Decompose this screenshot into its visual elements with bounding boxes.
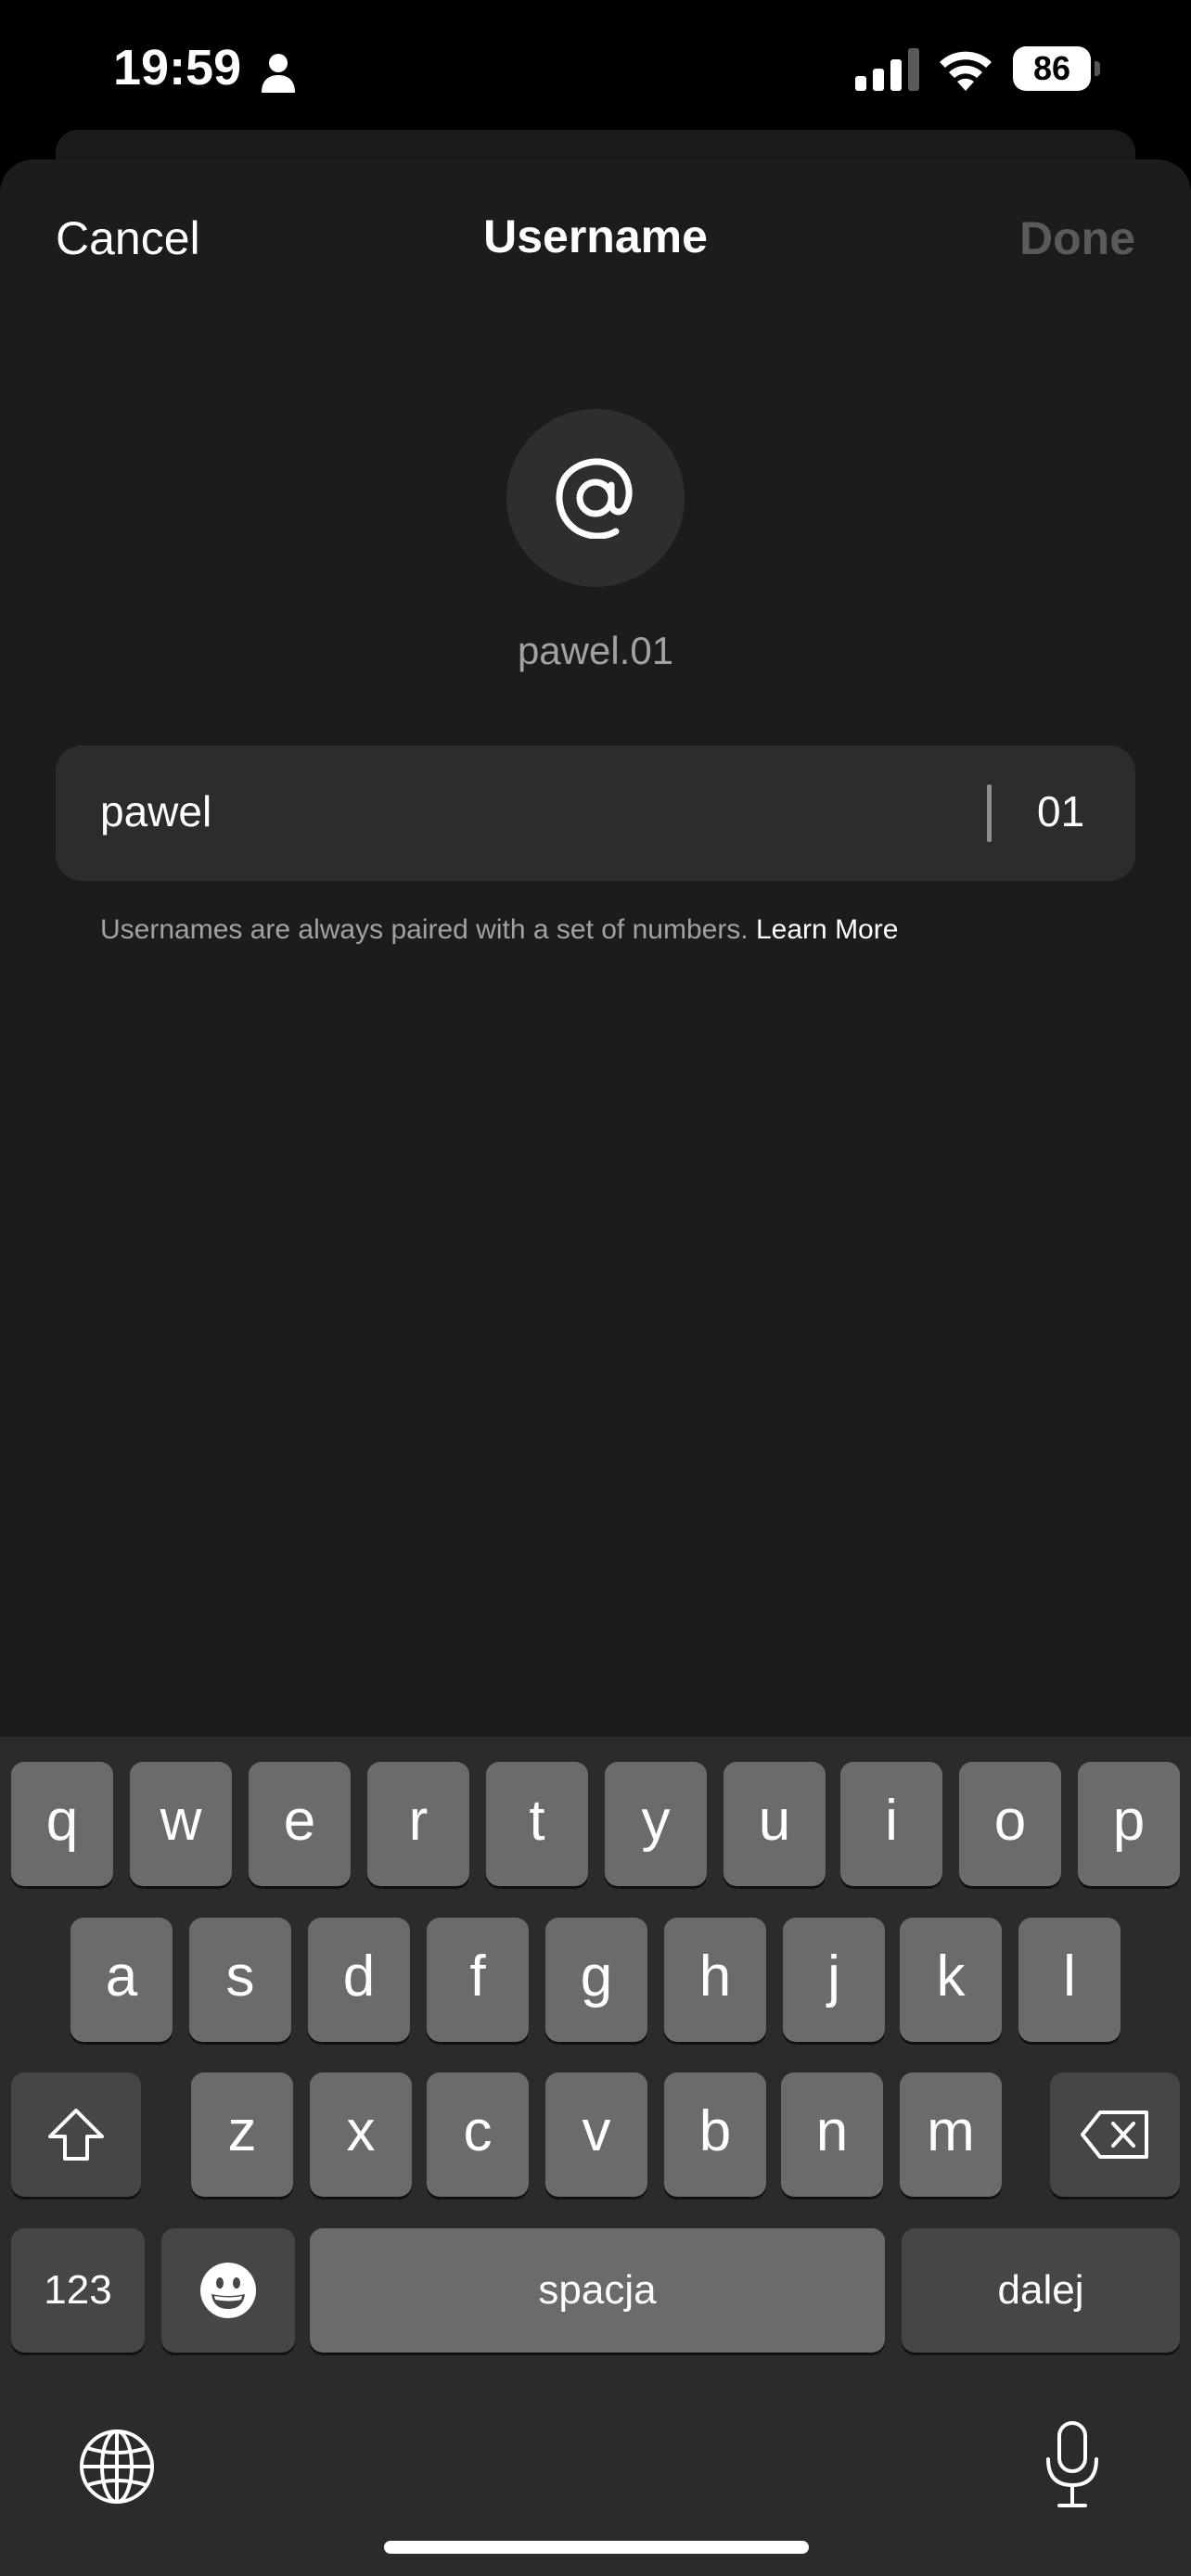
emoji-key[interactable] [161, 2228, 295, 2353]
username-preview: pawel.01 [517, 629, 674, 672]
key-h[interactable]: h [664, 1918, 766, 2042]
person-icon [262, 54, 295, 93]
page-title: Username [483, 210, 708, 262]
key-c[interactable]: c [427, 2072, 529, 2197]
cellular-signal-icon [855, 48, 919, 91]
battery-indicator: 86 [1013, 46, 1100, 91]
key-z[interactable]: z [191, 2072, 293, 2197]
key-m[interactable]: m [900, 2072, 1002, 2197]
status-bar: 19:59 86 [0, 0, 1191, 139]
key-w[interactable]: w [130, 1762, 232, 1886]
key-b[interactable]: b [664, 2072, 766, 2197]
globe-icon[interactable] [78, 2428, 156, 2506]
key-e[interactable]: e [249, 1762, 351, 1886]
username-number-suffix[interactable]: 01 [1037, 786, 1084, 836]
battery-tip [1095, 61, 1100, 76]
keyboard: q w e r t y u i o p a s d f g h j k l z … [0, 1737, 1191, 2576]
battery-level: 86 [1013, 46, 1091, 91]
numbers-key[interactable]: 123 [11, 2228, 145, 2353]
space-key[interactable]: spacja [310, 2228, 885, 2353]
key-u[interactable]: u [724, 1762, 826, 1886]
learn-more-link[interactable]: Learn More [756, 914, 898, 945]
emoji-icon [200, 2263, 256, 2318]
key-l[interactable]: l [1018, 1918, 1121, 2042]
wifi-icon [940, 51, 992, 91]
status-time: 19:59 [113, 40, 242, 96]
key-p[interactable]: p [1078, 1762, 1180, 1886]
shift-key[interactable] [11, 2072, 141, 2197]
key-v[interactable]: v [545, 2072, 647, 2197]
key-g[interactable]: g [545, 1918, 647, 2042]
username-input[interactable]: pawel [100, 786, 211, 836]
key-y[interactable]: y [605, 1762, 707, 1886]
key-q[interactable]: q [11, 1762, 113, 1886]
username-field[interactable]: pawel 01 [56, 746, 1135, 881]
at-icon [556, 458, 633, 539]
key-n[interactable]: n [781, 2072, 883, 2197]
backspace-icon [1081, 2111, 1148, 2159]
shift-icon [48, 2109, 104, 2161]
helper-text: Usernames are always paired with a set o… [100, 914, 898, 946]
key-d[interactable]: d [308, 1918, 410, 2042]
key-t[interactable]: t [486, 1762, 588, 1886]
microphone-icon[interactable] [1044, 2420, 1100, 2511]
home-indicator[interactable] [384, 2541, 809, 2554]
key-a[interactable]: a [70, 1918, 173, 2042]
key-k[interactable]: k [900, 1918, 1002, 2042]
field-divider [987, 784, 992, 842]
key-r[interactable]: r [367, 1762, 469, 1886]
backspace-key[interactable] [1050, 2072, 1180, 2197]
key-x[interactable]: x [310, 2072, 412, 2197]
key-s[interactable]: s [189, 1918, 291, 2042]
key-f[interactable]: f [427, 1918, 529, 2042]
key-i[interactable]: i [840, 1762, 942, 1886]
key-j[interactable]: j [783, 1918, 885, 2042]
helper-text-body: Usernames are always paired with a set o… [100, 914, 749, 945]
done-button[interactable]: Done [1019, 211, 1135, 265]
key-o[interactable]: o [959, 1762, 1061, 1886]
return-key[interactable]: dalej [902, 2228, 1180, 2353]
